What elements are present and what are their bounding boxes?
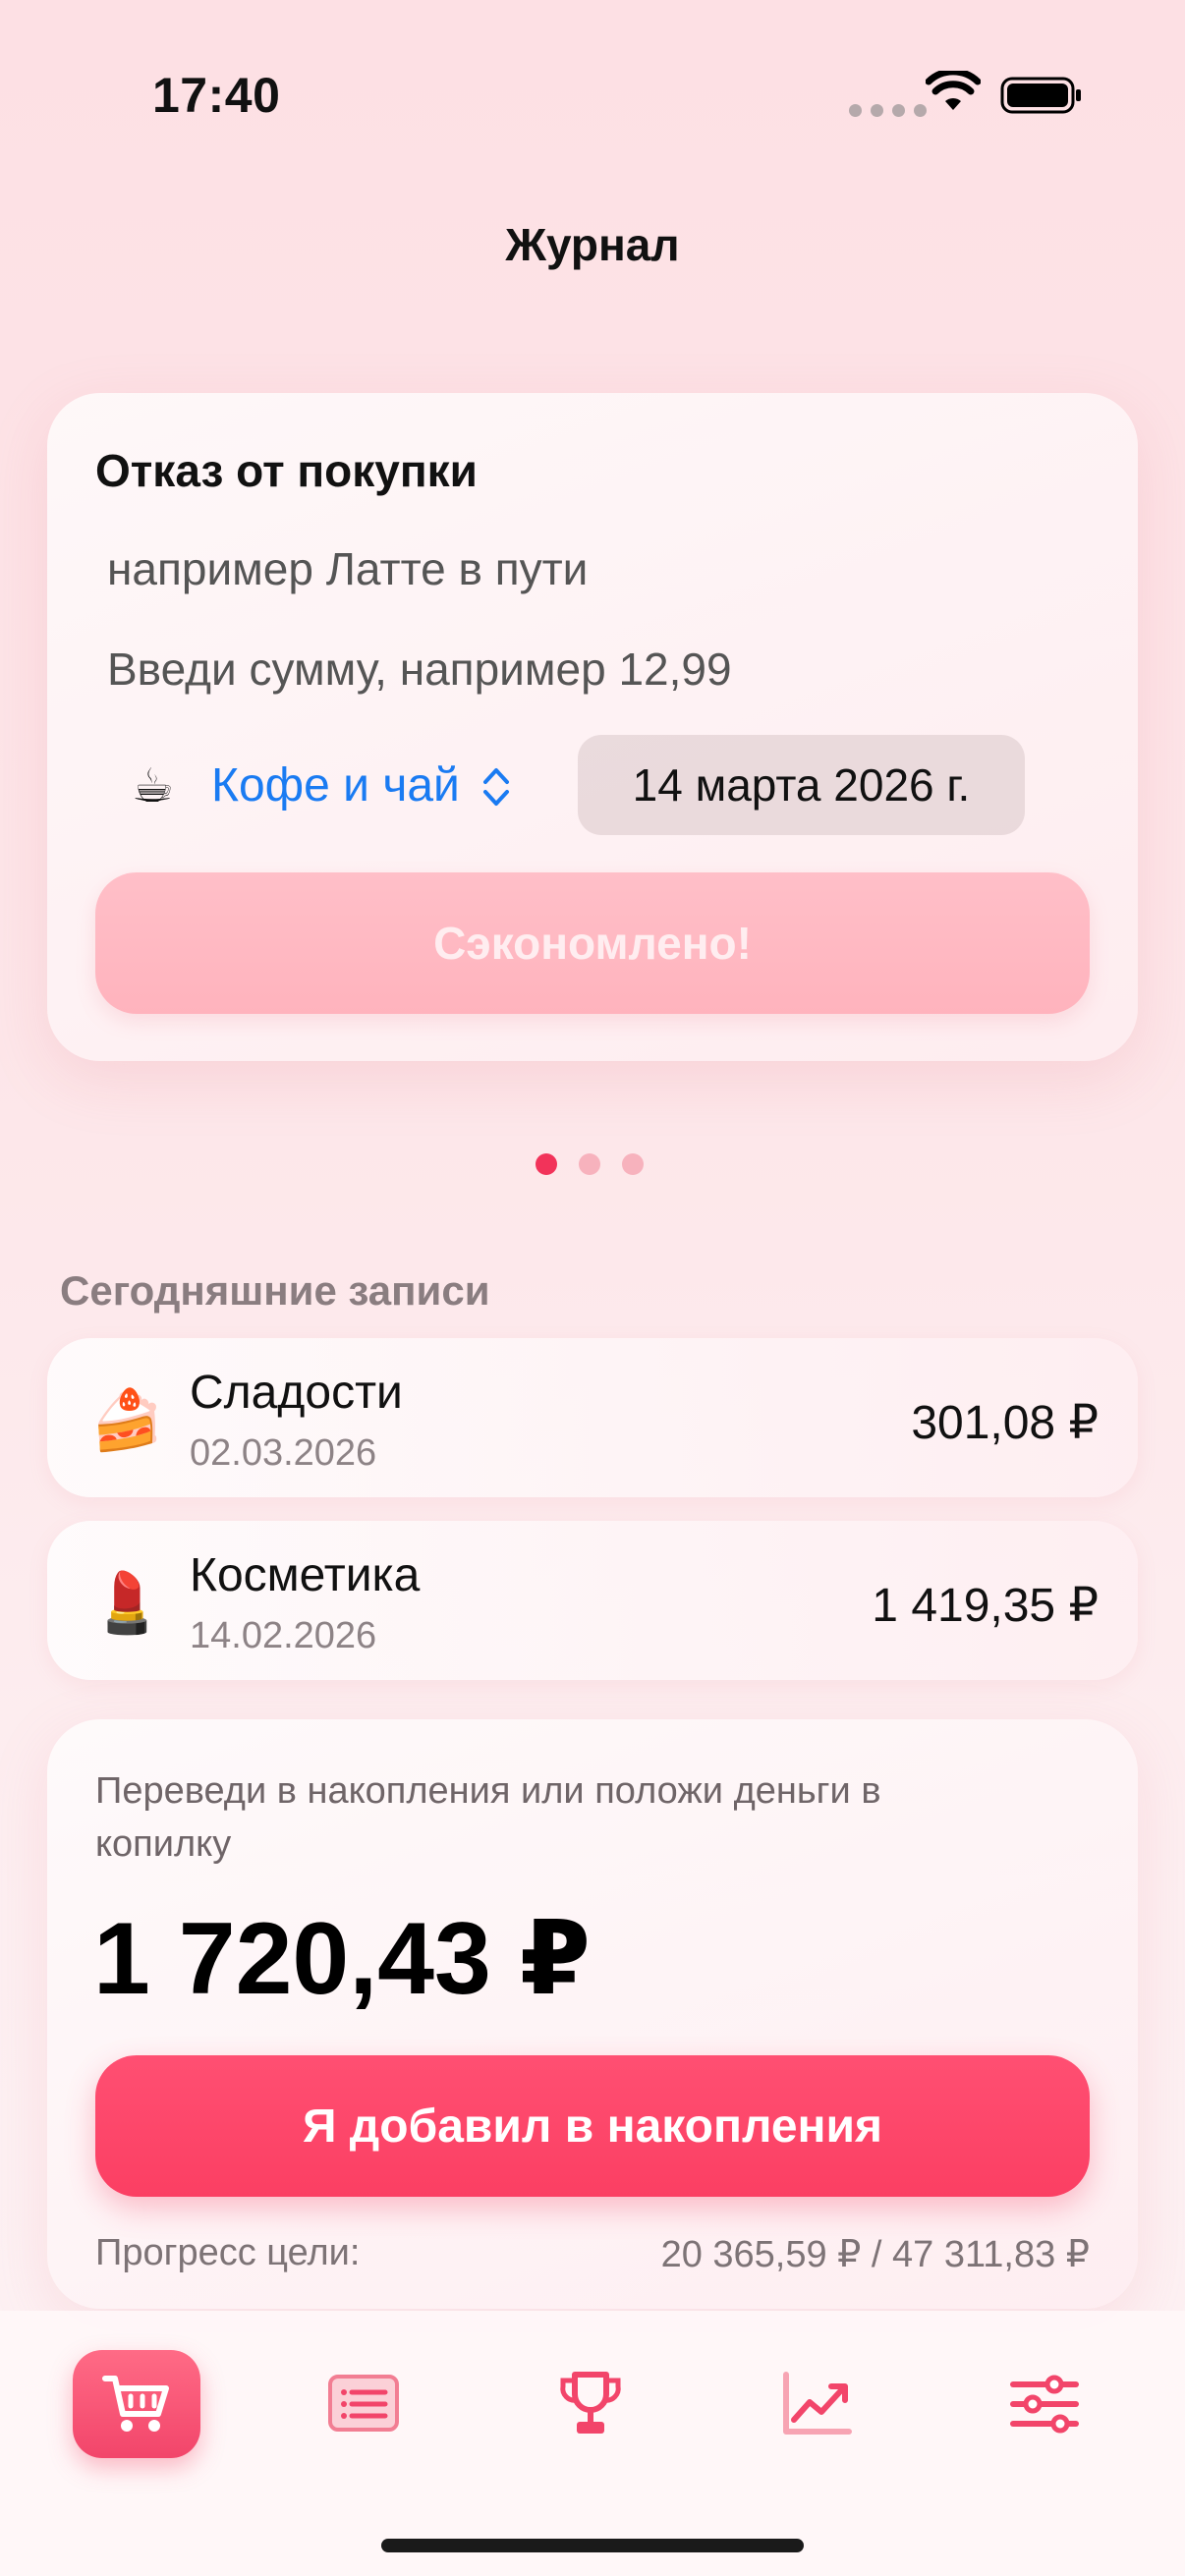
add-to-savings-button[interactable]: Я добавил в накопления — [95, 2055, 1090, 2197]
page-indicator[interactable] — [536, 1153, 644, 1175]
cellular-signal-icon — [849, 104, 927, 117]
cart-icon — [102, 2376, 169, 2432]
wifi-icon — [926, 71, 981, 110]
section-title: Сегодняшние записи — [60, 1267, 490, 1314]
goal-progress-value: 20 365,59 ₽ / 47 311,83 ₽ — [660, 2234, 1090, 2275]
list-item-name: Косметика — [190, 1549, 421, 1601]
tab-journal[interactable] — [73, 2350, 200, 2458]
list-item-date: 14.02.2026 — [190, 1615, 377, 1656]
list-item-name: Сладости — [190, 1367, 403, 1419]
tab-goals[interactable] — [527, 2350, 654, 2458]
sliders-icon — [1010, 2375, 1079, 2434]
trophy-icon — [560, 2372, 621, 2434]
tab-settings[interactable] — [981, 2350, 1108, 2458]
coffee-icon: ☕ — [132, 760, 175, 812]
date-picker[interactable]: 14 марта 2026 г. — [578, 735, 1025, 835]
tab-stats[interactable] — [754, 2350, 881, 2458]
chevron-up-down-icon[interactable] — [480, 762, 513, 812]
goal-progress-label: Прогресс цели: — [95, 2232, 361, 2273]
page-title: Журнал — [505, 219, 680, 270]
savings-hint: Переведи в накопления или положи деньги … — [95, 1770, 881, 1865]
chart-icon — [783, 2372, 852, 2435]
cake-icon: 🍰 — [90, 1387, 164, 1453]
page-dot[interactable] — [536, 1153, 557, 1175]
home-indicator[interactable] — [381, 2539, 804, 2552]
list-item-amount: 301,08 ₽ — [911, 1397, 1099, 1449]
list-item-date: 02.03.2026 — [190, 1432, 377, 1474]
savings-amount: 1 720,43 ₽ — [93, 1902, 592, 2016]
amount-input[interactable]: Введи сумму, например 12,99 — [107, 643, 732, 696]
page-dot[interactable] — [622, 1153, 644, 1175]
list-icon — [328, 2375, 399, 2432]
tab-list[interactable] — [300, 2350, 427, 2458]
page-dot[interactable] — [579, 1153, 600, 1175]
status-time: 17:40 — [152, 68, 281, 123]
saved-button[interactable]: Сэкономлено! — [95, 872, 1090, 1014]
list-item-amount: 1 419,35 ₽ — [872, 1580, 1099, 1632]
item-name-input[interactable]: например Латте в пути — [107, 542, 588, 595]
category-picker[interactable]: Кофе и чай — [211, 758, 460, 812]
card-title: Отказ от покупки — [95, 445, 478, 496]
battery-icon — [1000, 77, 1081, 114]
lipstick-icon: 💄 — [90, 1570, 164, 1636]
